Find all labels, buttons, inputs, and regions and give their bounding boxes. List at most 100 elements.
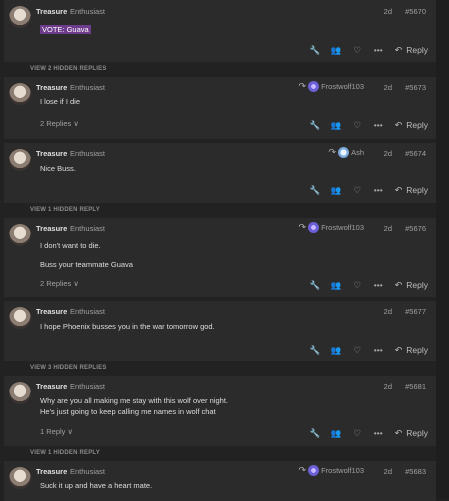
- username[interactable]: Treasure: [36, 224, 67, 233]
- reply-to-icon: ↷: [298, 465, 307, 475]
- avatar[interactable]: [9, 83, 31, 105]
- username[interactable]: Treasure: [36, 83, 67, 92]
- more-icon[interactable]: •••: [368, 280, 389, 290]
- post-number[interactable]: #5674: [405, 149, 426, 158]
- post-paragraph: I don't want to die.: [40, 241, 101, 250]
- avatar[interactable]: [9, 149, 31, 171]
- replies-toggle[interactable]: 2 Replies ∨: [40, 279, 79, 288]
- reply-icon: ↶: [394, 44, 403, 55]
- username[interactable]: Treasure: [36, 149, 67, 158]
- reply-icon: ↶: [394, 279, 403, 290]
- user-title: Enthusiast: [70, 149, 106, 158]
- hidden-replies-toggle[interactable]: VIEW 1 HIDDEN REPLY: [0, 446, 449, 461]
- post-age[interactable]: 2d: [384, 467, 392, 476]
- more-icon[interactable]: •••: [368, 45, 389, 55]
- vote-highlight: VOTE: Guava: [40, 25, 91, 34]
- post: Treasure Enthusiast 2d #5681 Why are you…: [4, 376, 436, 446]
- replies-toggle[interactable]: 1 Reply ∨: [40, 427, 73, 436]
- post-age[interactable]: 2d: [384, 83, 392, 92]
- post-number[interactable]: #5677: [405, 307, 426, 316]
- username[interactable]: Treasure: [36, 467, 67, 476]
- post-age[interactable]: 2d: [384, 382, 392, 391]
- post-age[interactable]: 2d: [384, 307, 392, 316]
- user-title: Enthusiast: [70, 467, 106, 476]
- reply-button[interactable]: ↶ Reply: [395, 280, 428, 291]
- post-number[interactable]: #5670: [405, 7, 426, 16]
- post: Treasure Enthusiast 2d #5670 VOTE: Guava…: [4, 0, 436, 62]
- hidden-replies-toggle[interactable]: VIEW 2 HIDDEN REPLIES: [0, 62, 449, 77]
- post-body: VOTE: Guava: [40, 24, 91, 35]
- reply-to[interactable]: ↷ Frostwolf103: [299, 222, 364, 233]
- post-actions: 🔧 👥 ♡ ••• ↶ Reply: [305, 279, 428, 291]
- heart-icon[interactable]: ♡: [347, 45, 368, 56]
- more-icon[interactable]: •••: [368, 120, 389, 130]
- wrench-icon[interactable]: 🔧: [305, 428, 326, 439]
- reply-to-icon: ↷: [298, 81, 307, 91]
- more-icon[interactable]: •••: [368, 428, 389, 438]
- user-title: Enthusiast: [70, 307, 106, 316]
- reply-button[interactable]: ↶ Reply: [395, 345, 428, 356]
- post-age[interactable]: 2d: [384, 7, 392, 16]
- avatar[interactable]: [9, 224, 31, 246]
- post-number[interactable]: #5683: [405, 467, 426, 476]
- reply-to[interactable]: ↷ Frostwolf103: [299, 465, 364, 476]
- user-title: Enthusiast: [70, 382, 106, 391]
- scroll-track[interactable]: [436, 0, 449, 499]
- post-body: I hope Phoenix busses you in the war tom…: [40, 322, 215, 331]
- heart-icon[interactable]: ♡: [347, 185, 368, 196]
- wrench-icon[interactable]: 🔧: [305, 185, 326, 196]
- people-icon[interactable]: 👥: [326, 185, 347, 196]
- wrench-icon[interactable]: 🔧: [305, 280, 326, 291]
- reply-to-avatar: [308, 465, 320, 476]
- wrench-icon[interactable]: 🔧: [305, 120, 326, 131]
- avatar[interactable]: [9, 307, 31, 329]
- people-icon[interactable]: 👥: [326, 45, 347, 56]
- reply-button[interactable]: ↶ Reply: [395, 428, 428, 439]
- post-actions: 🔧 👥 ♡ ••• ↶ Reply: [305, 427, 428, 439]
- post-number[interactable]: #5676: [405, 224, 426, 233]
- username[interactable]: Treasure: [36, 307, 67, 316]
- post-body: Why are you all making me stay with this…: [40, 395, 228, 417]
- reply-to-avatar: [308, 81, 320, 92]
- user-title: Enthusiast: [70, 224, 106, 233]
- wrench-icon[interactable]: 🔧: [305, 345, 326, 356]
- people-icon[interactable]: 👥: [326, 120, 347, 131]
- reply-to[interactable]: ↷ Frostwolf103: [299, 81, 364, 92]
- heart-icon[interactable]: ♡: [347, 428, 368, 439]
- avatar[interactable]: [9, 6, 31, 28]
- post-number[interactable]: #5681: [405, 382, 426, 391]
- people-icon[interactable]: 👥: [326, 345, 347, 356]
- reply-button[interactable]: ↶ Reply: [395, 120, 428, 131]
- username[interactable]: Treasure: [36, 382, 67, 391]
- reply-to-avatar: [338, 147, 350, 158]
- avatar[interactable]: [9, 382, 31, 404]
- reply-button[interactable]: ↶ Reply: [395, 185, 428, 196]
- more-icon[interactable]: •••: [368, 185, 389, 195]
- hidden-replies-toggle[interactable]: VIEW 3 HIDDEN REPLIES: [0, 361, 449, 376]
- chevron-down-icon: ∨: [73, 119, 79, 128]
- post-age[interactable]: 2d: [384, 224, 392, 233]
- heart-icon[interactable]: ♡: [347, 280, 368, 291]
- hidden-replies-toggle[interactable]: VIEW 1 HIDDEN REPLY: [0, 203, 449, 218]
- post-body: Suck it up and have a heart mate.: [40, 481, 153, 490]
- reply-to-icon: ↷: [328, 147, 337, 157]
- username[interactable]: Treasure: [36, 7, 67, 16]
- user-title: Enthusiast: [70, 83, 106, 92]
- post-stream: Treasure Enthusiast 2d #5670 VOTE: Guava…: [0, 0, 449, 501]
- post-paragraph: Why are you all making me stay with this…: [40, 396, 228, 405]
- people-icon[interactable]: 👥: [326, 428, 347, 439]
- post-number[interactable]: #5673: [405, 83, 426, 92]
- people-icon[interactable]: 👥: [326, 280, 347, 291]
- post-actions: 🔧 👥 ♡ ••• ↶ Reply: [305, 44, 428, 56]
- more-icon[interactable]: •••: [368, 345, 389, 355]
- replies-toggle[interactable]: 2 Replies ∨: [40, 119, 79, 128]
- reply-to[interactable]: ↷ Ash: [329, 147, 364, 158]
- avatar[interactable]: [9, 467, 31, 489]
- heart-icon[interactable]: ♡: [347, 120, 368, 131]
- wrench-icon[interactable]: 🔧: [305, 45, 326, 56]
- post-age[interactable]: 2d: [384, 149, 392, 158]
- reply-icon: ↶: [394, 344, 403, 355]
- heart-icon[interactable]: ♡: [347, 345, 368, 356]
- reply-button[interactable]: ↶ Reply: [395, 45, 428, 56]
- chevron-down-icon: ∨: [73, 279, 79, 288]
